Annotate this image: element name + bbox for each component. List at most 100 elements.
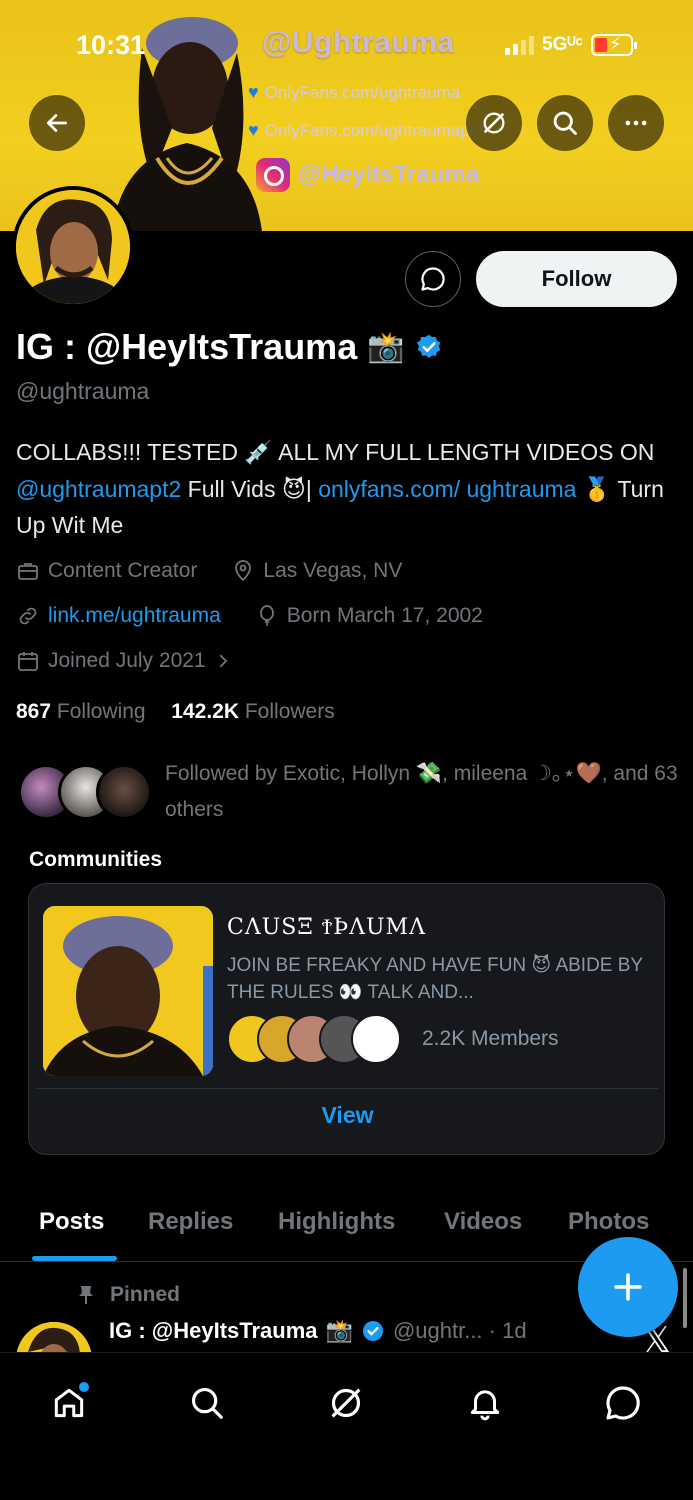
profile-tabs: Posts Replies Highlights Videos Photos [0, 1190, 693, 1262]
search-icon [191, 1387, 223, 1419]
community-image [43, 906, 213, 1076]
profile-joined[interactable]: Joined July 2021 [16, 649, 232, 673]
grok-icon [331, 1388, 361, 1418]
bio-url-link[interactable]: onlyfans.com/ ughtrauma [318, 476, 576, 502]
followed-by-text: Followed by Exotic, Hollyn 💸, mileena ☽｡… [165, 762, 678, 821]
grok-icon [483, 112, 505, 134]
followers-link[interactable]: 142.2K Followers [171, 700, 334, 723]
pinned-indicator: Pinned [76, 1283, 180, 1307]
heart-icon: ♥ [248, 120, 259, 140]
tab-photos[interactable]: Photos [568, 1208, 649, 1236]
community-card[interactable]: ϹΛUSΞ ϮϷΛUMΛ JOIN BE FREAKY AND HAVE FUN… [28, 883, 665, 1155]
follower-avatar [96, 764, 152, 820]
follow-button[interactable]: Follow [476, 251, 677, 307]
status-icons: 5Gᵁᶜ ⚡ [505, 34, 637, 56]
nav-messages[interactable] [595, 1375, 651, 1431]
nav-home[interactable] [41, 1375, 97, 1431]
more-horizontal-icon [625, 120, 647, 126]
instagram-icon [256, 158, 290, 192]
search-icon [553, 111, 577, 135]
following-label: Following [56, 700, 146, 723]
community-name: ϹΛUSΞ ϮϷΛUMΛ [227, 915, 426, 940]
profile-website-link[interactable]: link.me/ughtrauma [48, 604, 221, 628]
community-member-avatars [227, 1014, 407, 1066]
location-pin-icon [235, 560, 252, 582]
followed-by-row[interactable]: Followed by Exotic, Hollyn 💸, mileena ☽｡… [16, 756, 678, 826]
calendar-icon [18, 652, 38, 671]
communities-heading: Communities [29, 848, 163, 871]
nav-notifications[interactable] [457, 1375, 513, 1431]
profile-location: Las Vegas, NV [263, 559, 403, 582]
signal-icon [505, 35, 534, 55]
tab-highlights[interactable]: Highlights [278, 1208, 395, 1236]
profile-category-location: Content Creator Las Vegas, NV [16, 559, 402, 583]
bio-text-1: COLLABS!!! TESTED 💉 ALL MY FULL LENGTH V… [16, 439, 655, 465]
banner-onlyfans-line-2: ♥ OnlyFans.com/ughtraumapt2 [248, 120, 484, 141]
network-label: 5Gᵁᶜ [542, 34, 583, 55]
divider [37, 1088, 658, 1089]
status-time: 10:31 [76, 30, 146, 60]
banner-line-2-text: OnlyFans.com/ughtraumapt2 [264, 120, 484, 140]
more-button[interactable] [608, 95, 664, 151]
community-photo [43, 906, 213, 1076]
profile-category: Content Creator [48, 559, 198, 582]
active-tab-indicator [32, 1256, 117, 1261]
post-author-name[interactable]: IG : @HeyItsTrauma [109, 1318, 318, 1344]
link-icon [19, 607, 37, 625]
arrow-left-icon [46, 114, 68, 132]
banner-handle-text: @Ughtrauma [262, 26, 455, 59]
balloon-icon [259, 605, 274, 626]
chevron-right-icon [219, 654, 227, 668]
chat-bubble-icon [421, 267, 445, 291]
search-button[interactable] [537, 95, 593, 151]
back-button[interactable] [29, 95, 85, 151]
followers-count: 142.2K [171, 700, 240, 723]
banner-line-1-text: OnlyFans.com/ughtrauma [264, 82, 461, 102]
tab-videos[interactable]: Videos [444, 1208, 522, 1236]
community-view-button[interactable]: View [29, 1102, 664, 1129]
nav-search[interactable] [179, 1375, 235, 1431]
post-handle-time: @ughtr... · 1d [392, 1318, 527, 1343]
profile-handle: @ughtrauma [16, 378, 150, 404]
banner-instagram-text: @HeyitsTrauma [298, 161, 479, 188]
briefcase-icon [18, 563, 38, 580]
camera-flash-emoji: 📸 [325, 1318, 353, 1343]
following-link[interactable]: 867 Following [16, 700, 146, 723]
community-members-count: 2.2K Members [422, 1027, 559, 1050]
member-avatar [351, 1014, 401, 1064]
verified-badge-icon [362, 1321, 383, 1341]
profile-website-birthday: link.me/ughtrauma Born March 17, 2002 [16, 604, 483, 628]
grok-button[interactable] [466, 95, 522, 151]
banner-instagram-line: @HeyitsTrauma [256, 158, 479, 192]
plus-icon [614, 1273, 642, 1301]
followers-label: Followers [244, 700, 335, 723]
display-name-text: IG : @HeyItsTrauma [16, 326, 358, 367]
display-name: IG : @HeyItsTrauma 📸 [16, 326, 443, 368]
following-count: 867 [16, 700, 52, 723]
bottom-navigation [0, 1352, 693, 1500]
community-description: JOIN BE FREAKY AND HAVE FUN 😈 ABIDE BY T… [227, 955, 643, 1003]
post-header: IG : @HeyItsTrauma 📸 @ughtr... · 1d [109, 1318, 527, 1344]
tab-replies[interactable]: Replies [148, 1208, 233, 1236]
bell-icon [470, 1390, 500, 1421]
message-button[interactable] [405, 251, 461, 307]
profile-joined-text: Joined July 2021 [48, 649, 206, 672]
banner-onlyfans-line-1: ♥ OnlyFans.com/ughtrauma [248, 82, 460, 103]
pinned-label: Pinned [110, 1283, 181, 1306]
nav-grok[interactable] [318, 1375, 374, 1431]
pin-icon [79, 1286, 93, 1304]
avatar-illustration [16, 190, 130, 304]
battery-icon: ⚡ [590, 34, 637, 56]
heart-icon: ♥ [248, 82, 259, 102]
profile-avatar[interactable] [12, 186, 134, 308]
profile-bio: COLLABS!!! TESTED 💉 ALL MY FULL LENGTH V… [16, 434, 684, 544]
tab-posts[interactable]: Posts [39, 1208, 104, 1236]
notification-dot [79, 1382, 89, 1392]
compose-post-button[interactable] [578, 1237, 678, 1337]
messages-icon [606, 1386, 640, 1420]
profile-birthday: Born March 17, 2002 [286, 604, 483, 627]
verified-badge-icon[interactable] [415, 333, 443, 361]
bio-mention-link[interactable]: @ughtraumapt2 [16, 476, 181, 502]
bio-text-2: Full Vids 😈| [181, 475, 319, 502]
scrollbar[interactable] [683, 1268, 687, 1328]
